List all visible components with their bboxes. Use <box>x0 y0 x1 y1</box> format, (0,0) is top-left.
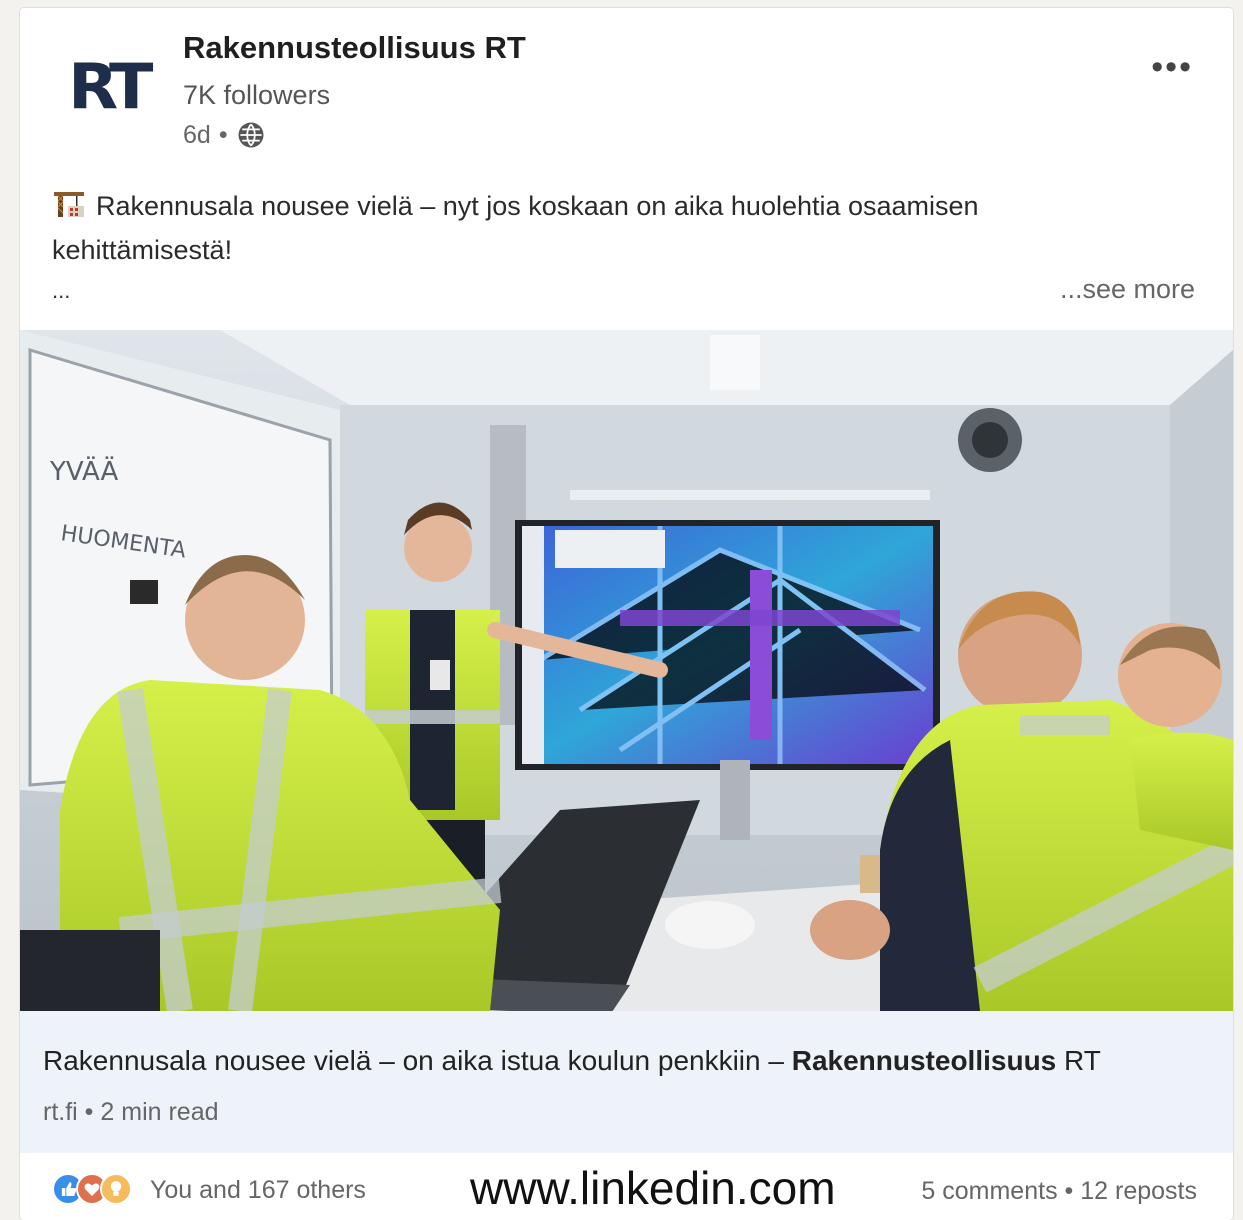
post-text-content: Rakennusala nousee vielä – nyt jos koska… <box>52 191 979 265</box>
text-ellipsis: ... <box>52 278 71 303</box>
link-title-suffix: RT <box>1056 1045 1101 1076</box>
link-meta: rt.fi • 2 min read <box>43 1098 219 1127</box>
comments-count[interactable]: 5 comments <box>921 1177 1057 1205</box>
social-counts-bar: You and 167 others www.linkedin.com 5 co… <box>20 1153 1233 1220</box>
reactions-count: You and 167 others <box>150 1175 366 1204</box>
company-logo[interactable]: RT <box>60 38 156 134</box>
engagement-counts: 5 comments • 12 reposts <box>921 1177 1197 1206</box>
post-meta: 6d • <box>183 120 266 150</box>
link-title-text: Rakennusala nousee vielä – on aika istua… <box>43 1045 792 1076</box>
link-source: rt.fi <box>43 1098 78 1126</box>
link-title-bold: Rakennusteollisuus <box>791 1045 1057 1076</box>
linkedin-watermark: www.linkedin.com <box>470 1162 836 1214</box>
reactions-summary[interactable]: You and 167 others <box>52 1173 366 1207</box>
see-more-link[interactable]: ...see more <box>1060 274 1195 305</box>
whiteboard-text-1: YVÄÄ <box>49 455 119 487</box>
follower-count: 7K followers <box>183 80 331 110</box>
meta-separator: • <box>218 120 228 149</box>
more-options-button[interactable]: ••• <box>1151 48 1193 87</box>
link-read-time: 2 min read <box>100 1098 219 1126</box>
link-title[interactable]: Rakennusala nousee vielä – on aika istua… <box>43 1045 1101 1077</box>
link-preview[interactable]: Rakennusala nousee vielä – on aika istua… <box>20 1011 1233 1153</box>
post-card: RT Rakennusteollisuus RT 7K followers 6d… <box>20 8 1233 1220</box>
counts-separator: • <box>1064 1177 1074 1205</box>
link-meta-separator: • <box>84 1098 94 1126</box>
reposts-count[interactable]: 12 reposts <box>1080 1177 1197 1205</box>
reaction-icons <box>52 1173 140 1207</box>
post-image[interactable]: YVÄÄ HUOMENTA <box>20 330 1233 1011</box>
post-text: Rakennusala nousee vielä – nyt jos koska… <box>52 184 1132 272</box>
company-name[interactable]: Rakennusteollisuus RT <box>183 30 526 66</box>
insightful-reaction-icon <box>100 1173 132 1205</box>
logo-text: RT <box>68 49 153 123</box>
meeting-room-photo: YVÄÄ HUOMENTA <box>20 330 1233 1011</box>
globe-icon <box>238 122 264 148</box>
crane-icon <box>54 192 84 217</box>
post-age: 6d <box>183 120 211 149</box>
